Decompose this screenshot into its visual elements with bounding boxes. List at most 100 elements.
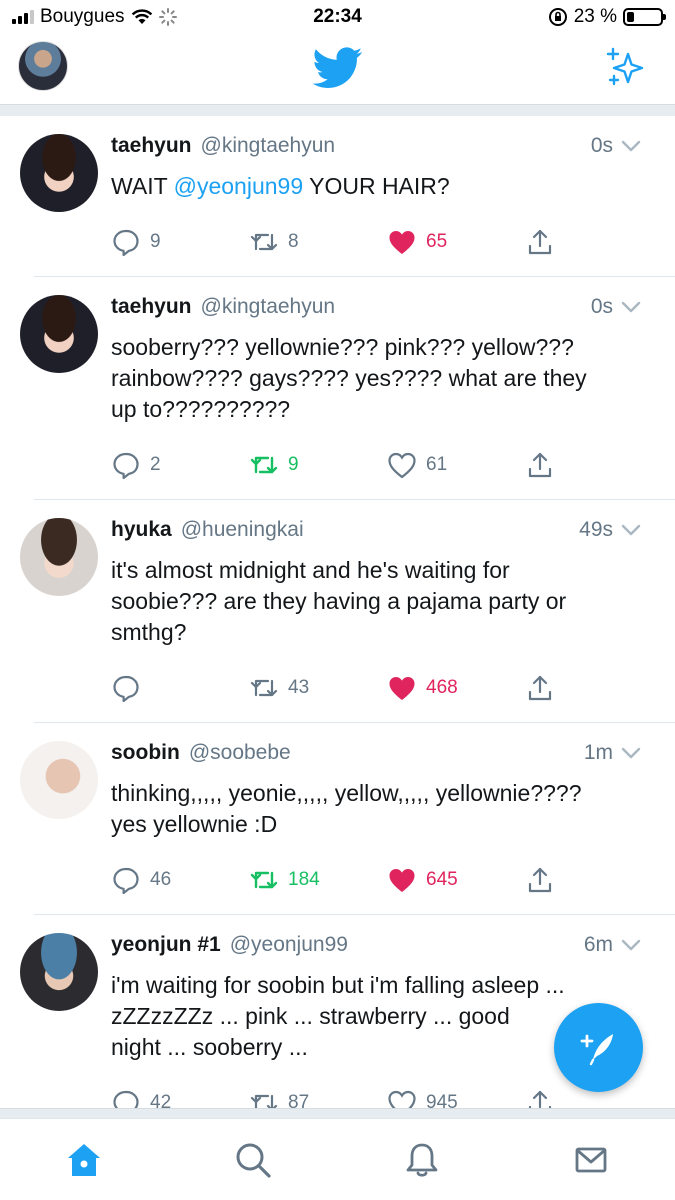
retweet-icon <box>250 679 278 697</box>
compose-tweet-button[interactable] <box>554 1003 643 1092</box>
orientation-lock-icon <box>548 8 567 26</box>
share-button[interactable] <box>525 227 565 257</box>
username[interactable]: @yeonjun99 <box>230 933 348 957</box>
timestamp-label: 0s <box>590 295 613 318</box>
tweet-text-start: WAIT <box>111 173 174 199</box>
timestamp: 0s <box>591 134 641 158</box>
username[interactable]: @soobebe <box>189 741 291 765</box>
heart-icon <box>389 231 415 254</box>
profile-avatar-button[interactable] <box>18 41 68 91</box>
avatar[interactable] <box>20 518 98 596</box>
like-button[interactable]: 61 <box>387 450 525 480</box>
tweet[interactable]: hyuka @hueningkai 49s it's almost midnig… <box>20 500 675 723</box>
tweet-text: it's almost midnight and he's waiting fo… <box>111 557 567 645</box>
reply-icon <box>113 867 139 895</box>
reply-button[interactable]: 46 <box>111 865 249 895</box>
timestamp: 6m <box>584 933 641 957</box>
twitter-bird-icon <box>313 47 363 88</box>
retweet-count: 43 <box>288 677 310 698</box>
tweet[interactable]: soobin @soobebe 1m thinking,,,,, yeonie,… <box>20 723 675 915</box>
tab-search[interactable] <box>169 1119 338 1200</box>
display-name[interactable]: taehyun <box>111 134 192 158</box>
retweet-count: 184 <box>288 869 320 890</box>
retweet-button[interactable]: 184 <box>249 865 387 895</box>
like-button[interactable]: 468 <box>387 673 525 703</box>
display-name[interactable]: yeonjun #1 <box>111 933 221 957</box>
avatar[interactable] <box>20 933 98 1011</box>
share-icon <box>528 675 552 701</box>
chevron-down-icon[interactable] <box>621 523 641 537</box>
tweet-text-end: YOUR HAIR? <box>303 173 450 199</box>
reply-count: 2 <box>150 454 161 475</box>
display-name[interactable]: soobin <box>111 741 180 765</box>
avatar[interactable] <box>20 134 98 212</box>
mention-link[interactable]: @yeonjun99 <box>174 173 304 199</box>
top-navigation <box>0 36 675 104</box>
status-bar: Bouygues 22:34 23 % <box>0 0 675 36</box>
avatar[interactable] <box>20 741 98 819</box>
reply-button[interactable] <box>111 673 249 703</box>
reply-button[interactable]: 2 <box>111 450 249 480</box>
tweet[interactable]: taehyun @kingtaehyun 0s WAIT @yeonjun99 … <box>20 116 675 277</box>
username[interactable]: @kingtaehyun <box>201 295 336 319</box>
chevron-down-icon[interactable] <box>621 139 641 153</box>
tweet-text: sooberry??? yellownie??? pink??? yellow?… <box>111 334 587 422</box>
retweet-icon <box>250 871 278 889</box>
chevron-down-icon[interactable] <box>621 746 641 760</box>
timestamp-label: 6m <box>583 933 613 956</box>
display-name[interactable]: hyuka <box>111 518 172 542</box>
timestamp-label: 0s <box>590 134 613 157</box>
tweet[interactable]: taehyun @kingtaehyun 0s sooberry??? yell… <box>20 277 675 500</box>
tweet-text: thinking,,,,, yeonie,,,,, yellow,,,,, ye… <box>111 780 582 837</box>
retweet-button[interactable]: 8 <box>249 227 387 257</box>
status-right: 23 % <box>548 6 666 28</box>
timestamp: 0s <box>591 295 641 319</box>
reply-icon <box>113 452 139 480</box>
nav-divider <box>0 104 675 116</box>
tab-notifications[interactable] <box>338 1119 507 1200</box>
tweet-actions: 46 184 645 <box>111 852 641 908</box>
timestamp: 1m <box>584 741 641 765</box>
tweet-text: WAIT @yeonjun99 YOUR HAIR? <box>111 171 641 202</box>
tabbar-separator <box>0 1108 675 1118</box>
timestamp: 49s <box>579 518 641 542</box>
username[interactable]: @hueningkai <box>181 518 304 542</box>
like-button[interactable]: 645 <box>387 865 525 895</box>
tab-messages[interactable] <box>506 1119 675 1200</box>
retweet-count: 8 <box>288 231 299 252</box>
avatar[interactable] <box>20 295 98 373</box>
notifications-icon <box>406 1143 438 1177</box>
chevron-down-icon[interactable] <box>621 300 641 314</box>
reply-count: 9 <box>150 231 161 252</box>
tab-home[interactable] <box>0 1119 169 1200</box>
heart-outline-icon <box>388 452 416 479</box>
share-icon <box>528 229 552 255</box>
reply-icon <box>113 229 139 257</box>
display-name[interactable]: taehyun <box>111 295 192 319</box>
share-button[interactable] <box>525 865 565 895</box>
share-button[interactable] <box>525 450 565 480</box>
reply-icon <box>113 675 139 703</box>
like-count: 645 <box>426 869 458 890</box>
bottom-tab-bar <box>0 1118 675 1200</box>
timeline[interactable]: taehyun @kingtaehyun 0s WAIT @yeonjun99 … <box>0 116 675 1137</box>
chevron-down-icon[interactable] <box>621 938 641 952</box>
search-icon <box>236 1143 271 1178</box>
like-count: 61 <box>426 454 448 475</box>
retweet-count: 9 <box>288 454 299 475</box>
retweet-button[interactable]: 9 <box>249 450 387 480</box>
like-button[interactable]: 65 <box>387 227 525 257</box>
home-icon <box>68 1143 101 1176</box>
retweet-button[interactable]: 43 <box>249 673 387 703</box>
battery-percent: 23 % <box>573 6 617 27</box>
heart-icon <box>389 869 415 892</box>
username[interactable]: @kingtaehyun <box>201 134 336 158</box>
battery-level <box>627 12 635 22</box>
battery-icon <box>623 8 666 26</box>
sparkle-icon[interactable] <box>603 46 645 88</box>
retweet-icon <box>250 456 278 474</box>
reply-button[interactable]: 9 <box>111 227 249 257</box>
share-button[interactable] <box>525 673 565 703</box>
timestamp-label: 1m <box>583 741 613 764</box>
timestamp-label: 49s <box>579 518 613 541</box>
